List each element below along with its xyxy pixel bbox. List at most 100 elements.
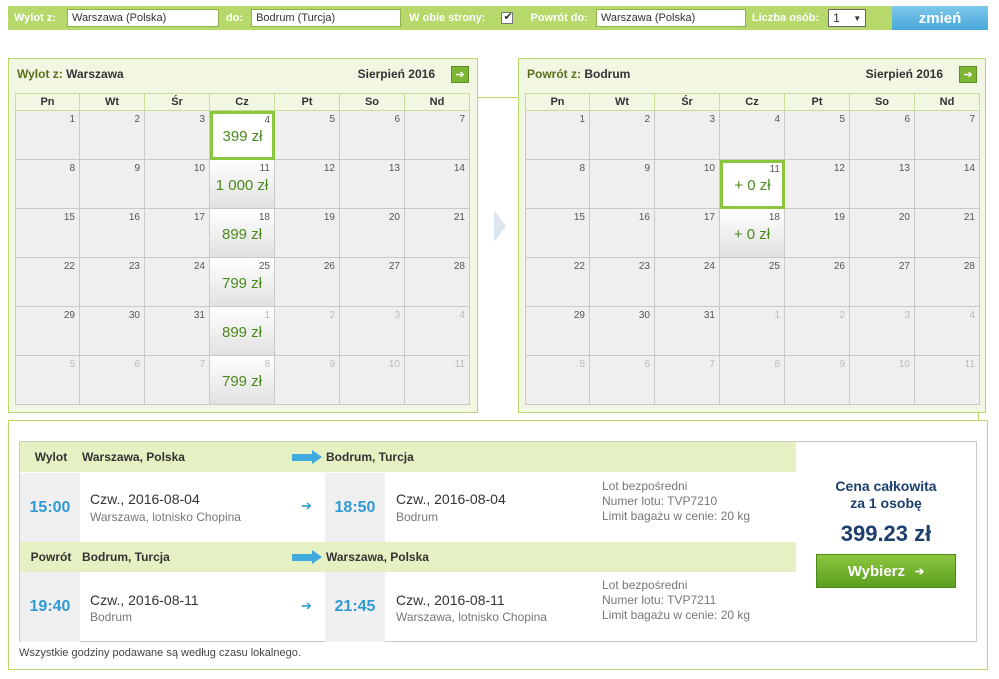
day-number: 25 <box>258 261 270 272</box>
day-number: 10 <box>703 163 715 174</box>
weekday-header: Cz <box>720 93 785 111</box>
day-number: 22 <box>63 261 75 272</box>
outbound-month: Sierpień 2016 <box>357 67 435 81</box>
calendar-connector <box>478 97 518 98</box>
calendar-day-with-price[interactable]: 18 899 zł <box>210 209 275 258</box>
calendar-day-with-price[interactable]: 4 399 zł <box>210 111 275 160</box>
day-number: 29 <box>573 310 585 321</box>
weekday-header: So <box>850 93 915 111</box>
outbound-route-prefix: Wylot z: <box>17 67 63 81</box>
calendar-day: 11 <box>405 356 470 405</box>
day-number: 3 <box>904 310 910 321</box>
day-number: 13 <box>388 163 400 174</box>
day-number: 2 <box>329 310 335 321</box>
day-price: 799 zł <box>221 373 263 390</box>
next-month-icon[interactable]: ➔ <box>959 65 977 83</box>
return-dep-date: Czw., 2016-08-11 <box>90 592 199 608</box>
arrow-right-icon: ➔ <box>301 598 312 613</box>
calendar-day-with-price[interactable]: 11 1 000 zł <box>210 160 275 209</box>
next-month-icon[interactable]: ➔ <box>451 65 469 83</box>
day-number: 20 <box>898 212 910 223</box>
calendar-day: 20 <box>340 209 405 258</box>
weekday-header: Pt <box>785 93 850 111</box>
day-number: 26 <box>833 261 845 272</box>
day-number: 24 <box>193 261 205 272</box>
day-number: 12 <box>833 163 845 174</box>
calendar-day: 14 <box>915 160 980 209</box>
day-number: 10 <box>193 163 205 174</box>
calendar-day: 26 <box>785 258 850 307</box>
outbound-arr-time: 18:50 <box>325 473 385 543</box>
day-number: 15 <box>63 212 75 223</box>
day-number: 25 <box>768 261 780 272</box>
total-price-title-line2: za 1 osobę <box>850 495 922 511</box>
return-route-city: Bodrum <box>584 67 631 81</box>
total-price-title: Cena całkowita za 1 osobę <box>796 478 976 512</box>
calendar-day: 3 <box>655 111 720 160</box>
day-price: 1 000 zł <box>215 177 269 194</box>
chevron-down-icon: ▼ <box>853 13 862 23</box>
calendar-day: 1 <box>15 111 80 160</box>
from-input[interactable]: Warszawa (Polska) <box>66 9 219 27</box>
calendar-day: 22 <box>15 258 80 307</box>
day-number: 21 <box>453 212 465 223</box>
calendar-day-with-price[interactable]: 8 799 zł <box>210 356 275 405</box>
arrow-right-icon <box>292 550 324 564</box>
weekday-header: Śr <box>145 93 210 111</box>
calendar-day-with-price[interactable]: 11 + 0 zł <box>720 160 785 209</box>
calendar-day: 31 <box>655 307 720 356</box>
total-price-value: 399.23 zł <box>840 521 932 546</box>
return-leg-from: Bodrum, Turcja <box>82 550 170 564</box>
arrow-right-icon: ➔ <box>301 498 312 513</box>
calendar-day: 17 <box>145 209 210 258</box>
day-number: 18 <box>258 212 270 223</box>
day-number: 2 <box>839 310 845 321</box>
calendar-day-with-price[interactable]: 25 799 zł <box>210 258 275 307</box>
calendar-day-with-price[interactable]: 18 + 0 zł <box>720 209 785 258</box>
change-search-button[interactable]: zmień <box>892 6 988 30</box>
outbound-calendar-header: Wylot z: Warszawa Sierpień 2016 ➔ <box>9 59 477 89</box>
outbound-dep-date: Czw., 2016-08-04 <box>90 491 200 507</box>
calendar-day: 13 <box>850 160 915 209</box>
day-number: 6 <box>134 359 140 370</box>
persons-select[interactable]: 1 ▼ <box>828 9 867 27</box>
day-number: 1 <box>579 114 585 125</box>
day-number: 3 <box>709 114 715 125</box>
day-price: 899 zł <box>221 226 263 243</box>
calendar-day: 24 <box>655 258 720 307</box>
calendar-day: 13 <box>340 160 405 209</box>
return-route: Powrót z: Bodrum <box>527 67 630 81</box>
day-number: 10 <box>388 359 400 370</box>
roundtrip-checkbox[interactable] <box>501 10 514 24</box>
return-dep-time: 19:40 <box>20 572 80 642</box>
day-number: 11 <box>259 163 270 174</box>
calendar-day: 7 <box>915 111 980 160</box>
to-input[interactable]: Bodrum (Turcja) <box>251 9 402 27</box>
calendar-day: 1 <box>720 307 785 356</box>
flight-summary-panel: Wylot Warszawa, Polska Bodrum, Turcja 15… <box>8 420 988 670</box>
calendar-day: 3 <box>340 307 405 356</box>
outbound-calendar-grid: Pn Wt Śr Cz Pt So Nd 1 2 3 4 399 zł 5 6 7 8 9 10 11 1 000 z… <box>15 93 470 405</box>
day-number: 4 <box>969 310 975 321</box>
timezone-note: Wszystkie godziny podawane są według cza… <box>19 647 301 659</box>
weekday-header: Pt <box>275 93 340 111</box>
calendar-day: 26 <box>275 258 340 307</box>
calendar-day: 7 <box>655 356 720 405</box>
calendar-day: 19 <box>785 209 850 258</box>
day-number: 17 <box>193 212 205 223</box>
arrow-right-icon <box>292 450 324 464</box>
return-input[interactable]: Warszawa (Polska) <box>595 9 746 27</box>
outbound-leg-to: Bodrum, Turcja <box>326 450 414 464</box>
calendar-day: 5 <box>785 111 850 160</box>
day-price: + 0 zł <box>733 226 771 243</box>
calendar-day: 8 <box>525 160 590 209</box>
calendar-day: 30 <box>80 307 145 356</box>
return-month: Sierpień 2016 <box>865 67 943 81</box>
calendar-day-with-price[interactable]: 1 899 zł <box>210 307 275 356</box>
outbound-leg-from: Warszawa, Polska <box>82 450 185 464</box>
calendar-day: 2 <box>785 307 850 356</box>
return-leg-to: Warszawa, Polska <box>326 550 429 564</box>
outbound-dep-place: Warszawa, lotnisko Chopina <box>90 510 241 524</box>
select-flight-button[interactable]: Wybierz ➔ <box>816 554 956 588</box>
calendar-day: 23 <box>590 258 655 307</box>
